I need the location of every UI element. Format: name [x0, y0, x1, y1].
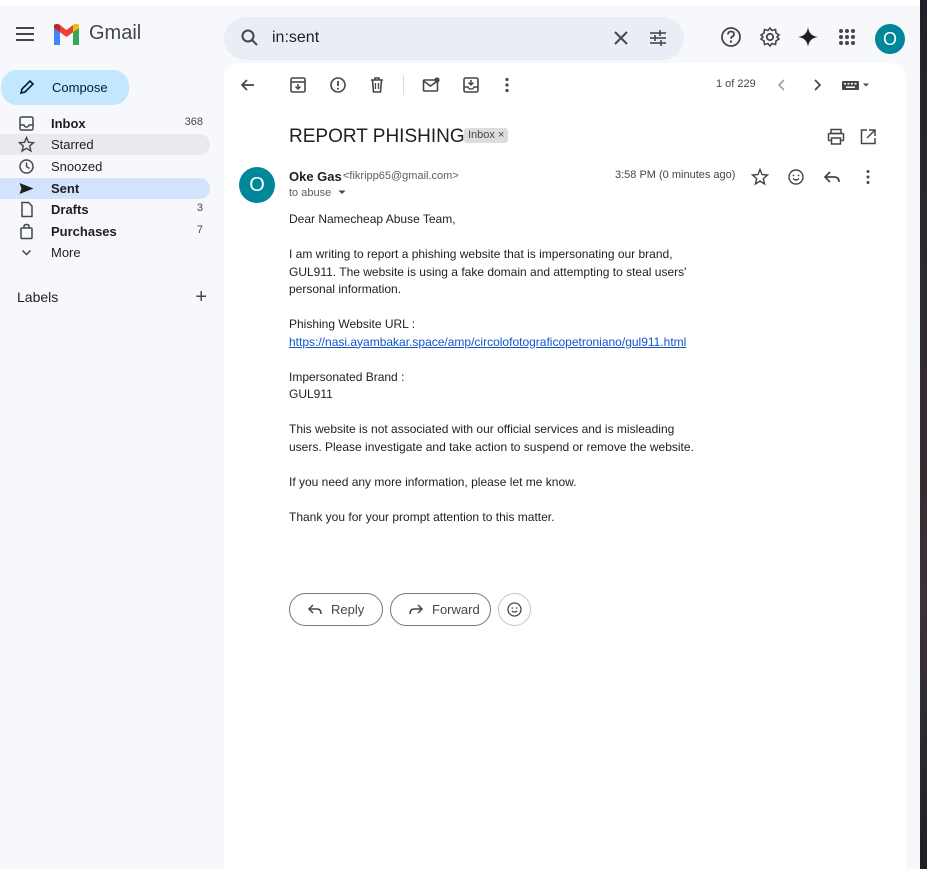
- forward-button[interactable]: Forward: [390, 593, 491, 626]
- body-paragraph: If you need any more information, please…: [289, 474, 577, 489]
- sender-name[interactable]: Oke Gas: [289, 169, 342, 184]
- inbox-label-chip[interactable]: Inbox ×: [464, 128, 509, 143]
- labels-heading: Labels: [17, 289, 59, 305]
- sidebar-item-more[interactable]: More: [0, 242, 210, 263]
- chevron-down-icon: [21, 249, 32, 256]
- message-view: 1 of 229 REPORT PHISHING Inbox × O Oke G…: [224, 63, 906, 869]
- body-closing: Thank you for your prompt attention to t…: [289, 509, 555, 524]
- reply-label: Reply: [331, 602, 365, 617]
- apps-grid-icon[interactable]: [836, 26, 858, 48]
- email-body: Dear Namecheap Abuse Team, I am writing …: [289, 211, 709, 544]
- body-brand-value: GUL911: [289, 387, 333, 401]
- sidebar-item-label: Snoozed: [51, 159, 103, 174]
- sidebar-item-label: Purchases: [51, 224, 117, 239]
- body-url-block: Phishing Website URL : https://nasi.ayam…: [289, 316, 709, 351]
- more-vert-icon[interactable]: [497, 75, 517, 95]
- purchases-icon: [20, 223, 33, 240]
- body-brand-block: Impersonated Brand : GUL911: [289, 369, 709, 404]
- app-header: Gmail in:sent O: [0, 5, 920, 63]
- move-to-icon[interactable]: [461, 75, 481, 95]
- hamburger-menu-icon[interactable]: [16, 23, 38, 45]
- newer-chevron-left-icon[interactable]: [772, 75, 792, 95]
- sidebar-item-inbox[interactable]: Inbox 368: [0, 113, 210, 134]
- sidebar-item-label: Starred: [51, 137, 94, 152]
- print-icon[interactable]: [826, 127, 846, 147]
- compose-label: Compose: [52, 80, 108, 95]
- sidebar-item-drafts[interactable]: Drafts 3: [0, 199, 210, 220]
- emoji-icon: [507, 602, 522, 617]
- toolbar-divider: [403, 75, 404, 95]
- emoji-reaction-button[interactable]: [498, 593, 531, 626]
- gemini-icon[interactable]: [797, 26, 819, 48]
- inbox-icon: [19, 116, 34, 131]
- search-options-icon[interactable]: [648, 28, 668, 48]
- forward-arrow-icon: [409, 604, 424, 615]
- gmail-logo[interactable]: Gmail: [52, 22, 141, 45]
- add-reaction-icon[interactable]: [786, 167, 806, 187]
- compose-button[interactable]: Compose: [1, 70, 129, 105]
- account-avatar[interactable]: O: [875, 24, 905, 54]
- sidebar-item-label: Inbox: [51, 116, 86, 131]
- search-input[interactable]: [272, 27, 602, 49]
- sender-email: <fikripp65@gmail.com>: [343, 170, 459, 182]
- draft-icon: [21, 201, 33, 218]
- caret-down-icon[interactable]: [337, 188, 347, 196]
- body-paragraph: I am writing to report a phishing websit…: [289, 247, 687, 296]
- sidebar-item-sent[interactable]: Sent: [0, 178, 210, 199]
- help-icon[interactable]: [720, 26, 742, 48]
- open-in-new-window-icon[interactable]: [858, 127, 878, 147]
- sidebar-item-purchases[interactable]: Purchases 7: [0, 221, 210, 242]
- reply-arrow-icon: [307, 604, 322, 615]
- report-spam-icon[interactable]: [328, 75, 348, 95]
- message-timestamp: 3:58 PM (0 minutes ago): [615, 169, 736, 181]
- desktop-background-strip: [920, 0, 927, 869]
- body-paragraph: This website is not associated with our …: [289, 422, 694, 454]
- body-brand-label: Impersonated Brand :: [289, 369, 405, 384]
- email-subject: REPORT PHISHING: [289, 126, 465, 147]
- back-icon[interactable]: [238, 75, 258, 95]
- gmail-m-icon: [54, 23, 79, 45]
- recipients-text: to abuse: [289, 187, 332, 199]
- star-icon: [18, 136, 35, 153]
- message-more-vert-icon[interactable]: [858, 167, 878, 187]
- sidebar-item-snoozed[interactable]: Snoozed: [0, 156, 210, 177]
- body-greeting: Dear Namecheap Abuse Team,: [289, 212, 456, 226]
- settings-icon[interactable]: [759, 26, 781, 48]
- body-url-label: Phishing Website URL :: [289, 317, 416, 331]
- add-label-icon[interactable]: +: [195, 286, 207, 309]
- phishing-url-link[interactable]: https://nasi.ayambakar.space/amp/circolo…: [289, 335, 686, 349]
- label-chip-text: Inbox: [468, 129, 495, 141]
- reply-button[interactable]: Reply: [289, 593, 383, 626]
- delete-icon[interactable]: [367, 75, 387, 95]
- clock-icon: [19, 159, 34, 174]
- recipients-line[interactable]: to abuse: [289, 187, 347, 199]
- search-icon[interactable]: [240, 28, 260, 48]
- pagination-count: 1 of 229: [716, 78, 756, 90]
- search-bar[interactable]: [224, 17, 684, 60]
- input-tools-keyboard-icon[interactable]: [841, 75, 875, 95]
- pencil-icon: [19, 79, 35, 95]
- mark-unread-icon[interactable]: [421, 75, 441, 95]
- unread-count: 368: [184, 116, 203, 128]
- sidebar-item-starred[interactable]: Starred: [0, 134, 210, 155]
- purchases-count: 7: [196, 224, 203, 236]
- reply-icon[interactable]: [822, 167, 842, 187]
- clear-icon[interactable]: [611, 28, 631, 48]
- draft-count: 3: [196, 202, 203, 214]
- sidebar-item-label: Drafts: [51, 202, 89, 217]
- send-icon: [19, 183, 34, 194]
- sidebar: Compose Inbox 368 Starred Snoozed Sent D…: [0, 63, 224, 869]
- sidebar-item-label: More: [51, 245, 81, 260]
- sidebar-item-label: Sent: [51, 181, 80, 196]
- app-name: Gmail: [89, 22, 142, 44]
- labels-section: Labels +: [17, 286, 207, 309]
- forward-label: Forward: [432, 602, 480, 617]
- sender-avatar[interactable]: O: [239, 167, 275, 203]
- archive-icon[interactable]: [288, 75, 308, 95]
- star-icon[interactable]: [750, 167, 770, 187]
- remove-label-icon[interactable]: ×: [498, 129, 504, 141]
- older-chevron-right-icon[interactable]: [807, 75, 827, 95]
